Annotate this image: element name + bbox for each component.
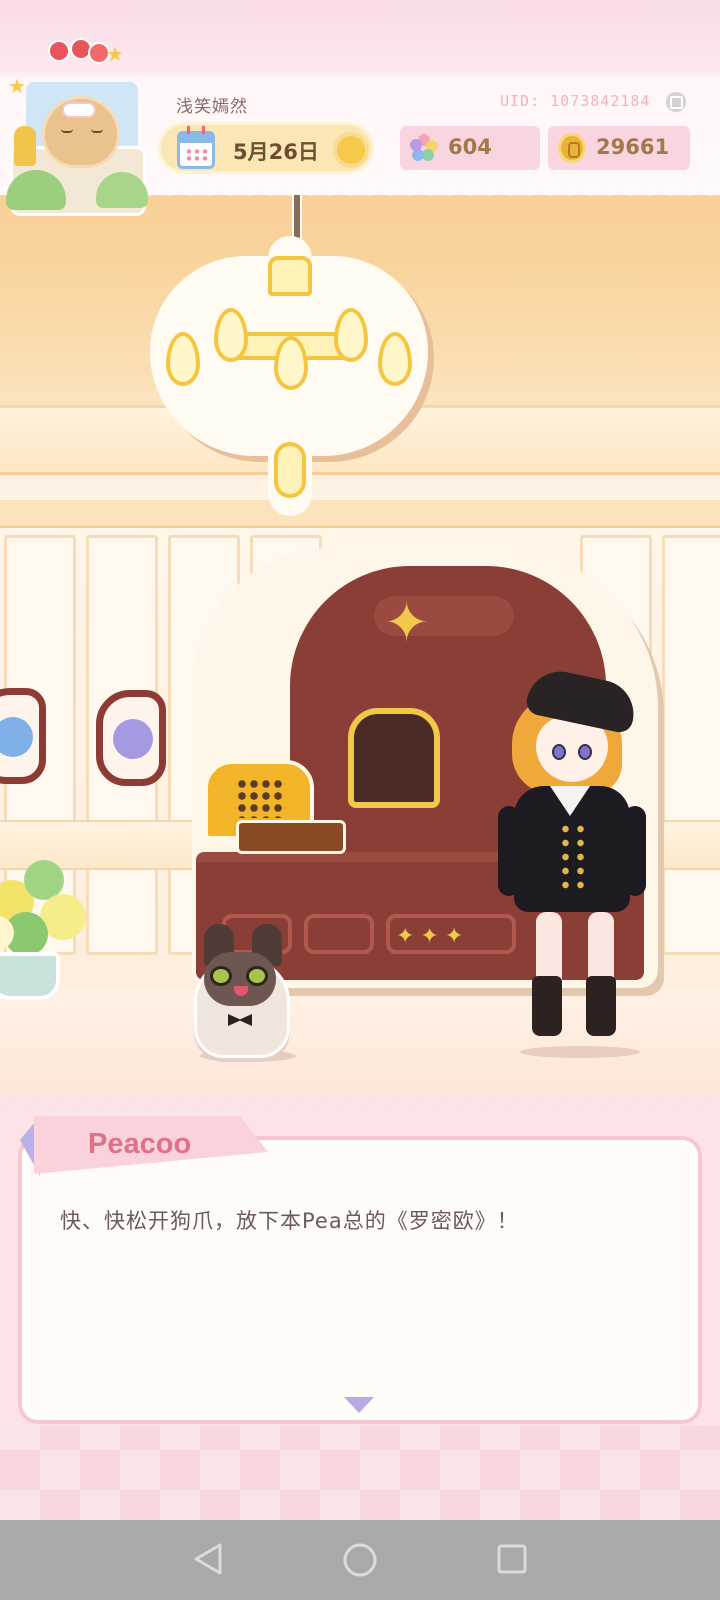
gold-coin-icon [558,133,586,163]
cabinet-slot [304,914,374,954]
floor-pattern [0,1410,720,1520]
chandelier[interactable] [150,236,428,520]
home-circle-icon[interactable] [342,1542,378,1578]
coin-count: 29661 [596,135,670,159]
gem-counter[interactable]: 604 [400,126,540,170]
coin-counter[interactable]: 29661 [548,126,690,170]
peacoo-cat[interactable] [190,924,294,1062]
wall-frame-blue [0,688,46,784]
copy-icon[interactable] [666,92,686,112]
speaker-name: Peacoo [88,1128,192,1160]
date-label: 5月26日 [233,140,319,164]
flower-pot [0,860,100,1000]
cabinet-ornament: ✦ [384,591,430,654]
wall-frame-purple [96,690,166,786]
calendar-icon [177,126,215,169]
dialog-text: 快、快松开狗爪，放下本Pea总的《罗密欧》！ [60,1209,519,1233]
player-name: 浅笑嫣然 [176,97,248,117]
wall-panel [662,535,720,955]
player-uid: UID: 1073842184 [500,92,651,110]
star-icon: ★ [106,42,124,66]
dialog-scallop-edge [0,1084,720,1108]
book-romeo[interactable] [236,820,346,854]
player-avatar[interactable]: ★ ★ [4,38,152,216]
star-icon: ★ [8,74,26,98]
date-weather-pill[interactable]: 5月26日 [158,122,374,174]
back-triangle-icon[interactable] [192,1542,224,1576]
recents-square-icon[interactable] [496,1543,528,1575]
sun-icon [337,136,365,164]
gem-count: 604 [448,135,492,159]
cabinet-base-ornament: ✦✦✦ [396,924,470,949]
player-character[interactable] [492,665,646,1048]
rainbow-flower-icon [410,134,438,162]
dialog-box[interactable] [18,1136,702,1424]
